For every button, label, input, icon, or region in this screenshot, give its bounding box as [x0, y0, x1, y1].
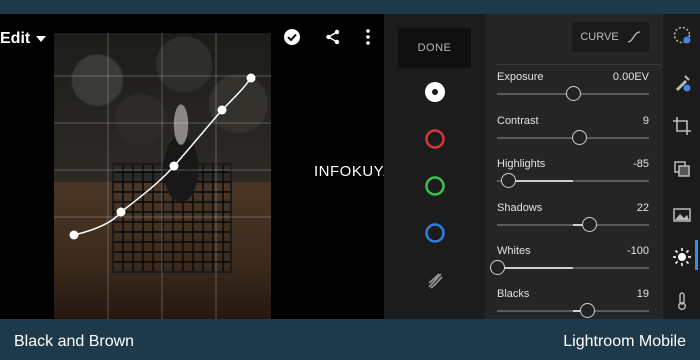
luminance-channel-icon[interactable] [424, 81, 446, 103]
tone-curve-overlay[interactable] [54, 33, 271, 319]
share-icon[interactable] [322, 26, 344, 48]
slider-knob[interactable] [565, 86, 581, 101]
curve-icon [627, 31, 640, 43]
red-channel-icon[interactable] [424, 128, 446, 150]
green-channel-icon[interactable] [424, 175, 446, 197]
curve-point [69, 230, 79, 240]
temperature-icon[interactable] [671, 290, 692, 311]
curve-point [169, 161, 179, 171]
curve-point [217, 105, 227, 115]
light-icon[interactable] [671, 246, 692, 267]
crop-icon[interactable] [671, 115, 692, 136]
adjustment-value: -100 [626, 245, 649, 257]
edit-menu[interactable]: Edit [0, 30, 47, 48]
adjustment-contrast[interactable]: Contrast 9 [497, 115, 649, 155]
slider-track[interactable] [497, 224, 649, 226]
adjustment-label: Highlights [497, 158, 546, 170]
panel-divider [497, 64, 661, 65]
split-tone-icon[interactable] [424, 270, 446, 292]
adjustment-highlights[interactable]: Highlights -85 [497, 158, 649, 198]
slider-track[interactable] [497, 180, 649, 182]
adjustment-label: Shadows [497, 202, 543, 214]
adjustment-exposure[interactable]: Exposure 0.00EV [497, 71, 649, 111]
curve-point [246, 73, 256, 83]
auto-icon[interactable] [671, 24, 692, 45]
slider-knob[interactable] [579, 303, 595, 318]
preset-name: Black and Brown [14, 333, 135, 350]
slider-knob[interactable] [572, 130, 588, 145]
curve-button[interactable]: CURVE [572, 22, 649, 52]
curve-channel-column: DONE [384, 14, 485, 319]
presets-icon[interactable] [671, 158, 692, 179]
edit-label: Edit [0, 30, 31, 47]
slider-track[interactable] [497, 267, 649, 269]
adjustment-value: 9 [642, 115, 649, 127]
tool-column [663, 14, 700, 319]
adjustment-value: -85 [633, 158, 649, 170]
check-icon[interactable] [281, 26, 303, 48]
light-adjustments-panel: CURVE Exposure 0.00EV Contrast 9 Highlights -… [485, 14, 663, 319]
done-button[interactable]: DONE [398, 28, 471, 68]
slider-track[interactable] [497, 310, 649, 312]
caret-down-icon [36, 36, 47, 42]
slider-knob[interactable] [489, 260, 505, 275]
curve-button-label: CURVE [580, 31, 619, 43]
adjustment-whites[interactable]: Whites -100 [489, 245, 649, 285]
adjustment-label: Whites [497, 245, 531, 257]
active-tool-indicator [695, 240, 698, 270]
adjustment-shadows[interactable]: Shadows 22 [497, 202, 649, 242]
adjustment-label: Exposure [497, 71, 544, 83]
slider-knob[interactable] [500, 173, 516, 188]
slider-fill [508, 180, 573, 182]
adjustment-value: 19 [636, 288, 649, 300]
app-name: Lightroom Mobile [563, 333, 686, 350]
caption-bar: Black and Brown Lightroom Mobile [0, 319, 700, 360]
blue-channel-icon[interactable] [424, 222, 446, 244]
selective-icon[interactable] [671, 72, 692, 93]
adjustment-label: Blacks [497, 288, 530, 300]
adjustment-value: 0.00EV [612, 71, 649, 83]
adjustment-value: 22 [636, 202, 649, 214]
photo-preview[interactable] [54, 33, 271, 319]
adjustment-label: Contrast [497, 115, 539, 127]
curve-point [116, 207, 126, 217]
image-icon[interactable] [671, 204, 692, 225]
slider-knob[interactable] [582, 217, 598, 232]
more-options-icon[interactable] [357, 26, 379, 48]
slider-fill [497, 267, 573, 269]
